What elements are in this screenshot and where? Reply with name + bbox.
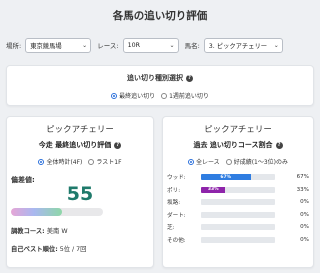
course-bar-row: ウッド: 67% 67%: [163, 171, 313, 184]
radio-unselected-icon: [88, 158, 95, 165]
course-subtitle: 過去 追い切りコース割合: [193, 141, 273, 149]
eval-subtitle: 今走 最終追い切り評価: [38, 141, 112, 149]
question-circle-icon[interactable]: ?: [186, 74, 193, 82]
course-bar-track: 33%: [201, 186, 275, 193]
eval-subtitle-row: 今走 最終追い切り評価?: [7, 140, 153, 150]
filter-bar: 場所: 東京競馬場 ⌄ レース: 10R ⌄ 馬名: 3. ピックアチェリー ⌄: [6, 36, 283, 54]
race-label: レース:: [97, 42, 119, 50]
course-bar-fill: 67%: [201, 174, 251, 181]
course-options: 全レース 好成績(1〜3位)のみ: [163, 157, 313, 166]
chevron-down-icon: ⌄: [82, 41, 88, 49]
course-bar-row: ダート: 0%: [163, 209, 313, 222]
course-bar-percent: 0%: [300, 224, 309, 231]
radio-selected-icon: [38, 158, 45, 165]
course-bar-label: 坂路:: [167, 200, 181, 207]
race-value: 10R: [127, 41, 140, 49]
course-bar-row: 芝: 0%: [163, 221, 313, 234]
page-title: 各馬の追い切り評価: [112, 10, 208, 22]
option-final-workout[interactable]: 最終追い切り: [111, 91, 155, 100]
best-value: 5位 / 7回: [59, 246, 87, 253]
radio-unselected-icon: [225, 158, 232, 165]
course-bar-label: 芝:: [167, 225, 175, 232]
radio-unselected-icon: [161, 92, 168, 99]
course-bar-track: [201, 224, 275, 231]
venue-label: 場所:: [6, 42, 22, 50]
score-gauge-fill: [11, 208, 62, 216]
radio-selected-icon: [187, 158, 194, 165]
option-week-before-workout[interactable]: 1週前追い切り: [161, 91, 209, 100]
option-label: 全レース: [195, 159, 220, 166]
course-bar-row: 坂路: 0%: [163, 196, 313, 209]
course-subtitle-row: 過去 追い切りコース割合?: [163, 140, 313, 150]
course-bar-percent: 67%: [296, 174, 309, 181]
course-bar-label: その他:: [167, 237, 186, 244]
course-bar-row: その他: 0%: [163, 234, 313, 247]
course-ratio-card: ピックアチェリー 過去 追い切りコース割合? 全レース 好成績(1〜3位)のみ …: [162, 116, 314, 268]
option-label: 全体時計(4F): [46, 159, 83, 166]
option-label: ラスト1F: [96, 159, 122, 166]
course-bar-row: ポリ: 33% 33%: [163, 184, 313, 197]
chevron-down-icon: ⌄: [273, 41, 279, 49]
course-bar-fill: 33%: [201, 186, 226, 193]
question-circle-icon[interactable]: ?: [275, 141, 283, 149]
course-bar-label: ダート:: [167, 212, 186, 219]
course-bar-percent: 0%: [300, 199, 309, 206]
course-horse-name: ピックアチェリー: [204, 125, 272, 135]
course-bar-track: [201, 236, 275, 243]
course-label: 調教コース:: [11, 228, 45, 235]
venue-select[interactable]: 東京競馬場 ⌄: [25, 37, 92, 53]
course-value: 美南 W: [46, 228, 68, 235]
course-bar-label: ポリ:: [167, 187, 181, 194]
radio-selected-icon: [111, 92, 118, 99]
venue-value: 東京競馬場: [30, 42, 62, 50]
workout-type-title: 追い切り種別選択: [127, 74, 183, 82]
workout-type-card: 追い切り種別選択? 最終追い切り 1週前追い切り: [6, 65, 314, 106]
course-bar-label: ウッド:: [167, 175, 186, 182]
course-bar-percent: 0%: [300, 211, 309, 218]
evaluation-card: ピックアチェリー 今走 最終追い切り評価? 全体時計(4F) ラスト1F 偏差値…: [6, 116, 154, 268]
course-bar-list: ウッド: 67% 67% ポリ: 33% 33% 坂路: 0% ダート: 0% 芝: 0% その他: 0%: [163, 171, 313, 246]
option-label: 好成績(1〜3位)のみ: [233, 159, 289, 166]
eval-horse-name: ピックアチェリー: [46, 125, 114, 135]
eval-options: 全体時計(4F) ラスト1F: [7, 157, 153, 166]
best-row: 自己ベスト順位: 5位 / 7回: [11, 244, 153, 253]
workout-type-heading: 追い切り種別選択?: [7, 73, 313, 83]
best-label: 自己ベスト順位:: [11, 246, 58, 253]
workout-type-options: 最終追い切り 1週前追い切り: [7, 91, 313, 100]
course-row: 調教コース: 美南 W: [11, 226, 153, 235]
chevron-down-icon: ⌄: [169, 41, 175, 49]
course-bar-track: [201, 199, 275, 206]
horse-label: 馬名:: [184, 42, 200, 50]
question-circle-icon[interactable]: ?: [114, 141, 122, 149]
option-last-1f[interactable]: ラスト1F: [88, 157, 122, 166]
course-bar-track: [201, 211, 275, 218]
option-all-races[interactable]: 全レース: [187, 157, 220, 166]
option-good-results[interactable]: 好成績(1〜3位)のみ: [225, 157, 289, 166]
course-bar-percent: 0%: [300, 236, 309, 243]
horse-select[interactable]: 3. ピックアチェリー ⌄: [203, 37, 283, 53]
score-gauge: [11, 208, 103, 216]
course-bar-percent: 33%: [296, 186, 309, 193]
score-value: 55: [66, 183, 94, 205]
course-bar-track: 67%: [201, 174, 275, 181]
option-label: 最終追い切り: [119, 93, 156, 100]
option-label: 1週前追い切り: [169, 93, 209, 100]
race-select[interactable]: 10R ⌄: [122, 37, 179, 53]
option-overall-time[interactable]: 全体時計(4F): [38, 157, 82, 166]
horse-value: 3. ピックアチェリー: [208, 42, 268, 50]
